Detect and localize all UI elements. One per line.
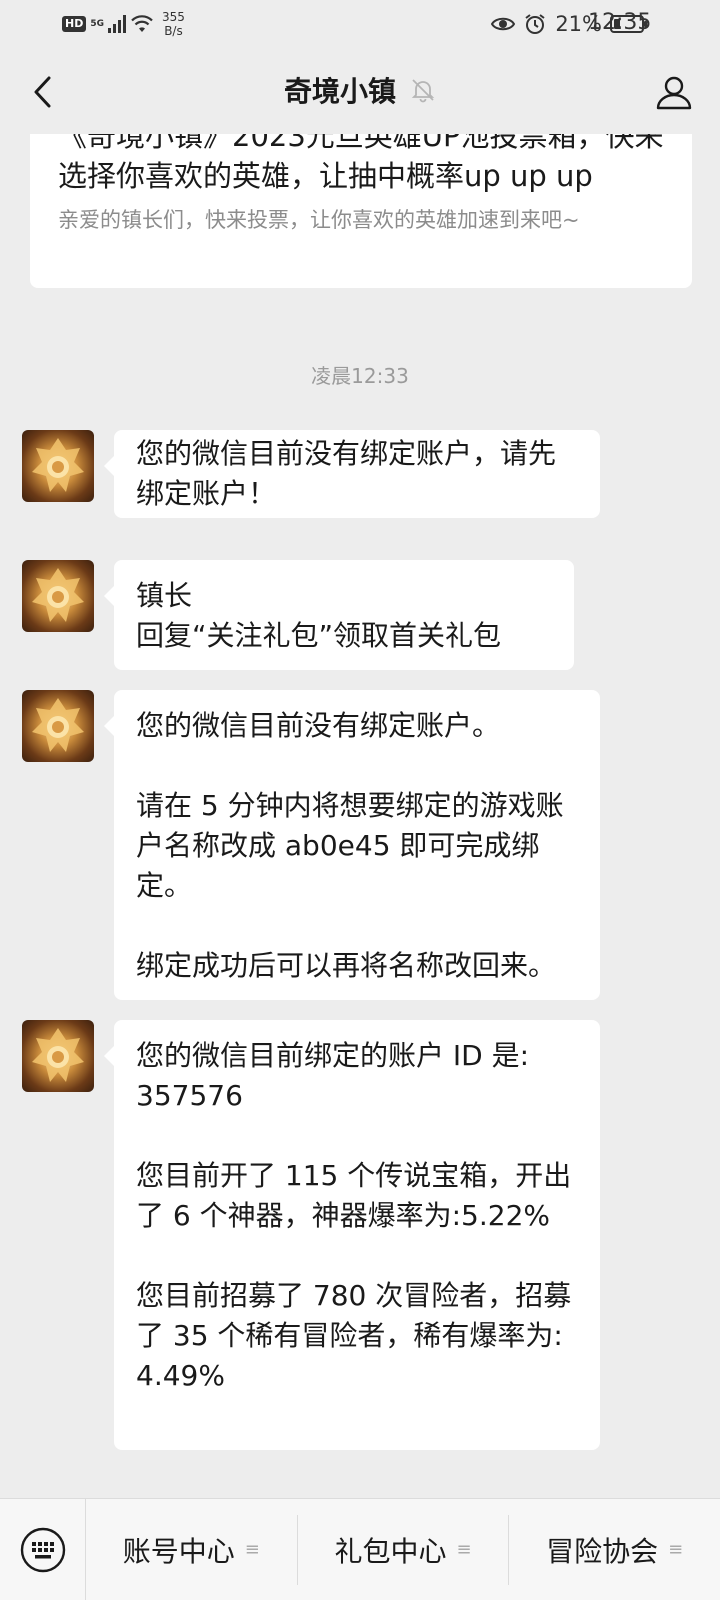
menu-list-icon: ≡	[668, 1539, 684, 1560]
network-type: 5G	[90, 19, 104, 29]
avatar[interactable]	[22, 560, 94, 632]
lion-emblem-icon	[32, 438, 84, 492]
nav-title-area: 奇境小镇	[0, 70, 720, 110]
keyboard-button[interactable]	[0, 1498, 86, 1600]
keyboard-icon	[20, 1527, 65, 1572]
menu-label: 账号中心	[122, 1534, 235, 1568]
message-bubble: 您的微信目前没有绑定账户，请先 绑定账户！	[104, 430, 600, 518]
avatar[interactable]	[22, 1020, 94, 1092]
lion-emblem-icon	[32, 568, 84, 622]
net-speed: 355 B/s	[162, 10, 185, 38]
person-icon	[656, 76, 692, 110]
status-left: HD 5G 355 B/s	[62, 10, 185, 38]
message-row: 您的微信目前没有绑定账户。 请在 5 分钟内将想要绑定的游戏账 户名称改成 ab…	[22, 690, 600, 1000]
menu-adventure-guild[interactable]: 冒险协会 ≡	[509, 1515, 720, 1585]
lion-emblem-icon	[32, 698, 84, 752]
nav-bar: 奇境小镇	[0, 50, 720, 134]
bottom-menu-bar: 账号中心 ≡ 礼包中心 ≡ 冒险协会 ≡	[0, 1498, 720, 1600]
message-row: 您的微信目前绑定的账户 ID 是: 357576 您目前开了 115 个传说宝箱…	[22, 1020, 600, 1450]
message-bubble: 您的微信目前绑定的账户 ID 是: 357576 您目前开了 115 个传说宝箱…	[104, 1020, 600, 1450]
menu-list-icon: ≡	[244, 1539, 260, 1560]
menu-account-center[interactable]: 账号中心 ≡	[86, 1514, 298, 1585]
chat-area[interactable]: 《奇境小镇》2023元旦英雄UP池投票箱，快来选择你喜欢的英雄，让抽中概率up …	[0, 134, 720, 1498]
page-title: 奇境小镇	[283, 75, 396, 108]
hd-badge: HD	[62, 16, 87, 32]
timestamp: 凌晨12:33	[311, 364, 409, 388]
alarm-icon	[525, 14, 545, 34]
article-description: 亲爱的镇长们，快来投票，让你喜欢的英雄加速到来吧~	[58, 208, 580, 232]
net-speed-unit: B/s	[164, 24, 183, 38]
clock: 12:35	[588, 10, 652, 35]
profile-button[interactable]	[650, 68, 698, 116]
article-card[interactable]: 《奇境小镇》2023元旦英雄UP池投票箱，快来选择你喜欢的英雄，让抽中概率up …	[30, 134, 692, 288]
wifi-icon	[131, 15, 153, 32]
article-title: 《奇境小镇》2023元旦英雄UP池投票箱，快来选择你喜欢的英雄，让抽中概率up …	[58, 134, 664, 193]
menu-list-icon: ≡	[456, 1539, 472, 1560]
message-bubble: 镇长 回复“关注礼包”领取首关礼包	[104, 560, 574, 670]
message-row: 镇长 回复“关注礼包”领取首关礼包	[22, 560, 574, 670]
bell-muted-icon	[411, 79, 435, 103]
eye-icon	[491, 17, 516, 31]
menu-label: 冒险协会	[546, 1534, 659, 1568]
avatar[interactable]	[22, 690, 94, 762]
net-speed-value: 355	[162, 10, 185, 24]
message-bubble: 您的微信目前没有绑定账户。 请在 5 分钟内将想要绑定的游戏账 户名称改成 ab…	[104, 690, 600, 1000]
menu-label: 礼包中心	[334, 1534, 447, 1568]
avatar[interactable]	[22, 430, 94, 502]
message-row: 您的微信目前没有绑定账户，请先 绑定账户！	[22, 430, 600, 518]
lion-emblem-icon	[32, 1028, 84, 1082]
signal-icon	[108, 15, 126, 33]
menu-gift-center[interactable]: 礼包中心 ≡	[298, 1514, 510, 1585]
